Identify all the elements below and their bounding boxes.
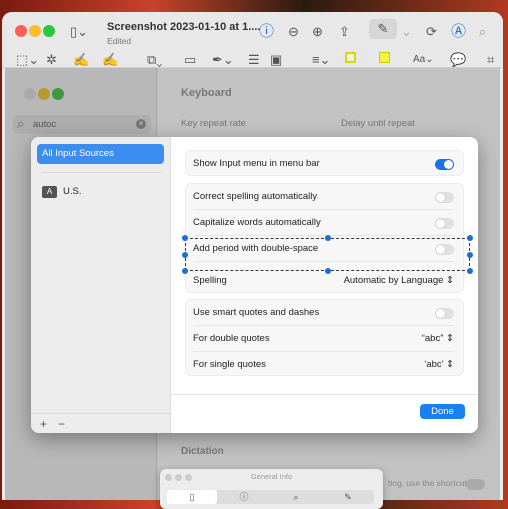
file-tab-icon[interactable]: ▯ [167, 490, 217, 504]
resize-handle[interactable] [182, 252, 188, 258]
pen-icon: ✎ [377, 21, 389, 36]
document-subtitle: Edited [107, 36, 132, 46]
document-title: Screenshot 2023-01-10 at 1.... [107, 21, 261, 33]
text-style-icon[interactable]: Aa⌄ [413, 53, 434, 67]
resize-handle[interactable] [182, 268, 188, 274]
resize-handle[interactable] [182, 235, 188, 241]
selection-tool-icon[interactable]: ⬚⌄ [16, 53, 39, 67]
chevron-down-icon[interactable]: ⌄ [401, 25, 412, 39]
sidebar-icon[interactable]: ▯⌄ [70, 25, 88, 39]
dictation-heading: Dictation [181, 446, 224, 457]
pane-title: Keyboard [181, 87, 232, 99]
search-value: autoc [33, 119, 57, 130]
source-all[interactable]: All Input Sources [37, 144, 164, 164]
resize-handle[interactable] [467, 235, 473, 241]
zoom-out-icon[interactable]: ⊖ [288, 25, 299, 39]
input-menu-group: Show Input menu in menu bar [185, 150, 464, 176]
dictation-toggle[interactable] [466, 479, 485, 490]
crop-icon[interactable]: ⌗ [487, 53, 494, 67]
done-button[interactable]: Done [420, 404, 465, 419]
key-repeat-label: Key repeat rate [181, 118, 246, 129]
fill-color-button[interactable] [379, 52, 390, 63]
sources-list: All Input Sources A U.S. + − [31, 137, 171, 433]
info-window-title: General Info [250, 472, 293, 481]
instant-alpha-icon[interactable]: ✲ [46, 53, 57, 67]
smart-quotes-toggle[interactable] [435, 308, 454, 319]
shortcut-text: ting, use the shortcut [388, 478, 467, 488]
correct-spelling-toggle[interactable] [435, 192, 454, 203]
general-info-window: General Info ▯ ⓘ ⌕ ✎ [160, 469, 383, 509]
shapes-icon[interactable]: ⧉⌄ [147, 53, 162, 67]
smart-quotes-label: Use smart quotes and dashes [193, 307, 320, 318]
capitalize-label: Capitalize words automatically [193, 217, 321, 228]
note-icon[interactable]: 💬 [450, 53, 466, 67]
spelling-label: Spelling [193, 275, 227, 286]
remove-source-button[interactable]: − [58, 417, 65, 431]
toolbar: ▯⌄ Screenshot 2023-01-10 at 1.... Edited… [2, 12, 503, 68]
sign-icon[interactable]: ✒⌄ [212, 53, 234, 67]
info-icon[interactable]: ⓘ [259, 24, 274, 39]
line-style-icon[interactable]: ≡⌄ [312, 53, 330, 67]
double-quotes-select[interactable]: “abc” ⇕ [422, 326, 454, 352]
spelling-select[interactable]: Automatic by Language ⇕ [344, 268, 454, 294]
resize-handle[interactable] [467, 252, 473, 258]
double-quotes-label: For double quotes [193, 333, 270, 344]
share-icon[interactable]: ⇪ [339, 25, 350, 39]
quotes-group: Use smart quotes and dashes For double q… [185, 299, 464, 376]
search-icon[interactable]: ⌕ [479, 25, 486, 39]
annotate-icon[interactable]: Ⓐ [451, 24, 466, 39]
adjust-color-icon[interactable]: ☰ [248, 53, 260, 67]
delay-label: Delay until repeat [341, 118, 415, 129]
rotate-icon[interactable]: ⟳ [426, 25, 437, 39]
input-sources-sheet: All Input Sources A U.S. + − Show Input … [31, 137, 478, 433]
source-us[interactable]: U.S. [63, 186, 81, 197]
single-quotes-label: For single quotes [193, 359, 266, 370]
border-color-button[interactable] [345, 52, 356, 63]
capitalize-toggle[interactable] [435, 218, 454, 229]
info-tab-icon[interactable]: ⓘ [219, 490, 269, 504]
markup-button[interactable]: ✎ [369, 19, 397, 39]
search-icon: ⌕ [17, 116, 25, 131]
show-input-toggle[interactable] [435, 159, 454, 170]
zoom-button[interactable] [43, 25, 55, 37]
resize-handle[interactable] [325, 235, 331, 241]
zoom-in-icon[interactable]: ⊕ [312, 25, 323, 39]
resize-handle[interactable] [325, 268, 331, 274]
resize-handle[interactable] [467, 268, 473, 274]
keyboard-badge-icon: A [42, 186, 57, 198]
minimize-button[interactable] [29, 25, 41, 37]
selection-rectangle[interactable] [185, 238, 470, 271]
draw-icon[interactable]: ✍ [102, 53, 118, 67]
pen-tab-icon[interactable]: ✎ [323, 490, 373, 504]
show-input-label: Show Input menu in menu bar [193, 158, 320, 169]
search-tab-icon[interactable]: ⌕ [271, 490, 321, 504]
correct-spelling-label: Correct spelling automatically [193, 191, 318, 202]
adjust-size-icon[interactable]: ▣ [270, 53, 282, 67]
sketch-icon[interactable]: ✍ [73, 53, 89, 67]
close-button[interactable] [15, 25, 27, 37]
clear-search-icon[interactable]: × [136, 119, 146, 129]
text-icon[interactable]: ▭ [184, 53, 196, 67]
add-source-button[interactable]: + [40, 417, 47, 431]
search-field[interactable]: ⌕ autoc × [13, 115, 151, 134]
single-quotes-select[interactable]: ‘abc’ ⇕ [424, 352, 454, 378]
